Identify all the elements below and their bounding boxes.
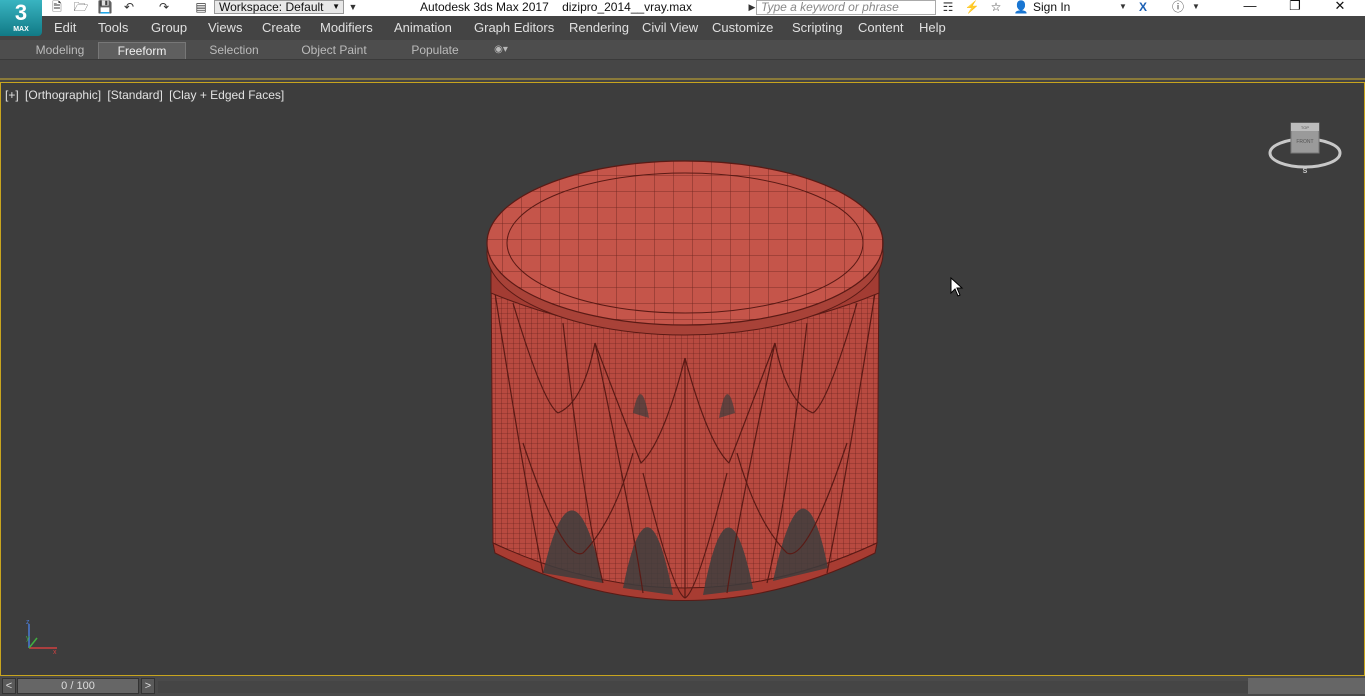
undo-icon[interactable]: ↶ [121, 0, 137, 14]
sign-in-link[interactable]: Sign In [1033, 0, 1070, 14]
new-file-icon[interactable]: 🗎 [49, 0, 65, 14]
tab-object-paint[interactable]: Object Paint [288, 42, 380, 59]
viewcube-top-text: TOP [1301, 125, 1309, 130]
user-icon: 👤 [1013, 0, 1029, 14]
viewport-label[interactable]: [+] [Orthographic] [Standard] [Clay + Ed… [5, 88, 287, 102]
ribbon-tabs: Modeling Freeform Selection Object Paint… [0, 40, 1365, 60]
viewport-pov-label[interactable]: [Orthographic] [25, 88, 101, 102]
menu-animation[interactable]: Animation [394, 20, 452, 35]
mouse-cursor-icon [950, 277, 964, 297]
time-slider[interactable]: 0 / 100 [17, 678, 139, 694]
time-prev-button[interactable]: < [2, 678, 16, 694]
menu-rendering[interactable]: Rendering [569, 20, 629, 35]
file-name: dizipro_2014__vray.max [562, 0, 692, 14]
communication-center-icon[interactable]: ⚡ [964, 0, 980, 14]
favorites-star-icon[interactable]: ☆ [988, 0, 1004, 14]
chevron-down-icon: ▼ [332, 2, 340, 11]
search-input[interactable]: Type a keyword or phrase [756, 0, 936, 15]
viewport-menu-plus[interactable]: [+] [5, 88, 19, 102]
help-chevron-icon[interactable]: ▼ [1188, 0, 1204, 14]
tab-modeling[interactable]: Modeling [24, 42, 96, 59]
axis-y-label: y [26, 635, 30, 642]
exchange-apps-icon[interactable]: X [1135, 0, 1151, 14]
table-top [486, 160, 884, 326]
help-icon[interactable]: ⓘ [1170, 0, 1186, 14]
workspace-menu-icon[interactable]: ▼ [345, 0, 361, 14]
timeline-end-panel [1248, 678, 1365, 694]
open-file-icon[interactable]: 🗁 [73, 0, 89, 14]
axis-z-label: z [26, 619, 30, 626]
ribbon-panel [0, 60, 1365, 80]
tab-selection[interactable]: Selection [190, 42, 278, 59]
save-icon[interactable]: 💾 [97, 0, 113, 14]
menu-content[interactable]: Content [858, 20, 904, 35]
viewcube-face-text: FRONT [1296, 139, 1313, 145]
table-model[interactable] [483, 143, 887, 613]
menu-scripting[interactable]: Scripting [792, 20, 843, 35]
axis-x-label: x [53, 649, 57, 654]
viewport-orthographic[interactable]: [+] [Orthographic] [Standard] [Clay + Ed… [0, 82, 1365, 676]
viewcube[interactable]: TOP FRONT S [1266, 119, 1344, 175]
viewport-shading-label[interactable]: [Clay + Edged Faces] [169, 88, 284, 102]
menu-tools[interactable]: Tools [98, 20, 128, 35]
timeline-track[interactable] [158, 681, 1248, 693]
axis-tripod: z y x [26, 619, 57, 654]
app-name: Autodesk 3ds Max 2017 [420, 0, 549, 14]
menu-create[interactable]: Create [262, 20, 301, 35]
menu-edit[interactable]: Edit [54, 20, 76, 35]
close-button[interactable]: ✕ [1320, 0, 1360, 14]
menu-customize[interactable]: Customize [712, 20, 773, 35]
menu-help[interactable]: Help [919, 20, 946, 35]
project-folder-icon[interactable]: ▤ [193, 0, 209, 14]
title-bar: 3 MAX 🗎 🗁 💾 ↶ ↷ ▤ Workspace: Default ▼ ▼ A… [0, 0, 1365, 36]
minimize-button[interactable]: — [1230, 0, 1270, 14]
logo-sub: MAX [13, 26, 29, 33]
sign-in-chevron-icon[interactable]: ▼ [1115, 0, 1131, 14]
binoculars-icon[interactable]: ☶ [940, 0, 956, 14]
restore-button[interactable]: ❐ [1275, 0, 1315, 14]
menu-views[interactable]: Views [208, 20, 242, 35]
menu-group[interactable]: Group [151, 20, 187, 35]
axis-y [28, 637, 38, 649]
tab-populate[interactable]: Populate [396, 42, 474, 59]
menu-graph-editors[interactable]: Graph Editors [474, 20, 554, 35]
workspace-selector[interactable]: Workspace: Default ▼ [214, 0, 344, 14]
workspace-label: Workspace: Default [219, 0, 324, 14]
logo-text: 3 [14, 0, 28, 25]
menu-bar: Edit Tools Group Views Create Modifiers … [0, 16, 1365, 40]
redo-icon[interactable]: ↷ [156, 0, 172, 14]
window-title: Autodesk 3ds Max 2017 dizipro_2014__vray… [420, 0, 692, 14]
menu-civil-view[interactable]: Civil View [642, 20, 698, 35]
compass-south: S [1303, 168, 1308, 175]
tab-freeform[interactable]: Freeform [98, 42, 186, 59]
ribbon-options-icon[interactable]: ◉▾ [486, 42, 516, 59]
time-next-button[interactable]: > [141, 678, 155, 694]
app-logo[interactable]: 3 MAX [0, 0, 42, 36]
menu-modifiers[interactable]: Modifiers [320, 20, 373, 35]
viewport-standard-label[interactable]: [Standard] [107, 88, 162, 102]
time-slider-bar: < 0 / 100 > [0, 676, 1365, 696]
